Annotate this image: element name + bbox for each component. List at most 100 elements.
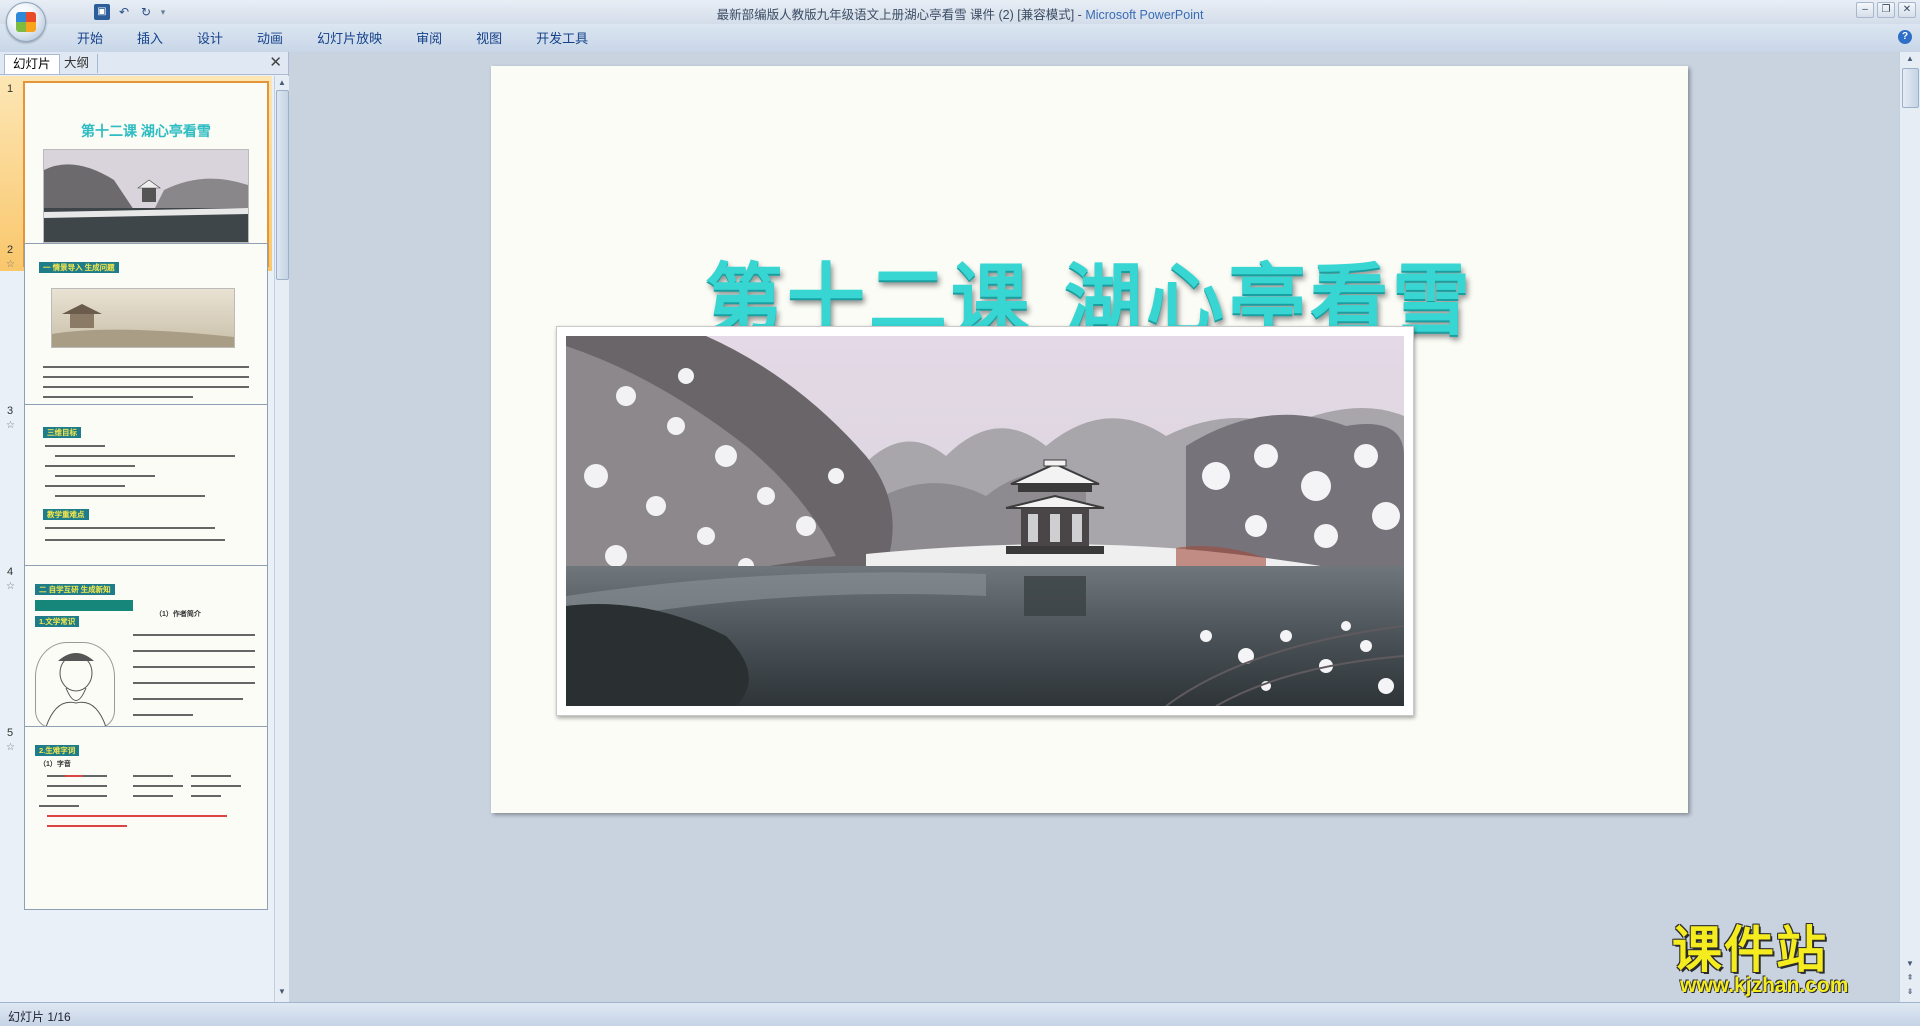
scroll-down-icon[interactable]: ▼ bbox=[276, 986, 288, 998]
thumbnail-image bbox=[51, 288, 235, 348]
scroll-up-icon[interactable]: ▲ bbox=[1904, 53, 1916, 65]
text-line bbox=[55, 475, 155, 477]
tab-design[interactable]: 设计 bbox=[180, 29, 240, 49]
thumbnail-snow-photo bbox=[44, 150, 248, 242]
slide-number: 3 bbox=[7, 405, 14, 417]
text-line-red bbox=[47, 825, 127, 827]
text-line bbox=[43, 386, 249, 388]
thumbnail-image bbox=[43, 149, 249, 243]
thumbnail-text: （1）字音 bbox=[39, 761, 71, 768]
thumbnail-scrollbar[interactable]: ▲ ▼ bbox=[274, 76, 289, 1002]
thumbnail-subtag bbox=[35, 600, 133, 611]
portrait-sketch bbox=[45, 653, 107, 728]
text-line bbox=[43, 376, 249, 378]
slides-pane: 幻灯片 大纲 ✕ 1 第十二课 湖心亭看雪 2 ☆ 一 情景导入 生成问题 3 … bbox=[0, 52, 289, 1002]
text-line bbox=[45, 539, 225, 541]
animation-star-icon: ☆ bbox=[6, 259, 15, 270]
pane-tabs: 幻灯片 大纲 ✕ bbox=[0, 52, 288, 75]
author-portrait bbox=[35, 642, 115, 728]
text-line bbox=[55, 495, 205, 497]
text-line bbox=[133, 666, 255, 668]
text-line bbox=[133, 698, 243, 700]
editor-scrollbar[interactable]: ▲ ▼ ⇞ ⇟ bbox=[1899, 52, 1920, 1002]
scroll-up-icon[interactable]: ▲ bbox=[276, 77, 288, 89]
current-slide[interactable]: 第十二课 湖心亭看雪 bbox=[491, 66, 1688, 813]
slide-counter: 幻灯片 1/16 bbox=[8, 1010, 71, 1024]
document-title: 最新部编版人教版九年级语文上册湖心亭看雪 课件 (2) [兼容模式] - bbox=[716, 8, 1086, 22]
thumbnail-tag: 二 自学互研 生成新知 bbox=[35, 584, 115, 595]
tab-developer[interactable]: 开发工具 bbox=[519, 29, 605, 49]
thumbnail-title: 第十二课 湖心亭看雪 bbox=[81, 123, 211, 139]
pavilion-sketch bbox=[52, 304, 234, 347]
site-watermark: 课件站 www.kjzhan.com bbox=[1672, 925, 1912, 1000]
close-button[interactable]: ✕ bbox=[1898, 2, 1916, 18]
office-logo-icon bbox=[16, 12, 36, 32]
thumbnail-text: （1）作者简介 bbox=[155, 611, 201, 618]
text-line bbox=[133, 785, 183, 787]
text-line bbox=[45, 465, 135, 467]
app-name: Microsoft PowerPoint bbox=[1085, 8, 1204, 22]
watermark-url: www.kjzhan.com bbox=[1680, 974, 1849, 997]
text-line bbox=[133, 795, 173, 797]
text-line bbox=[133, 650, 255, 652]
slide-number: 5 bbox=[7, 727, 14, 739]
text-line bbox=[133, 775, 173, 777]
text-line bbox=[55, 455, 235, 457]
slide-number: 2 bbox=[7, 244, 14, 256]
title-bar: ▣ ↶ ↻ ▾ 最新部编版人教版九年级语文上册湖心亭看雪 课件 (2) [兼容模… bbox=[0, 0, 1920, 25]
thumbnail-canvas: 2.生难字词 （1）字音 bbox=[24, 726, 268, 910]
restore-button[interactable]: ❐ bbox=[1877, 2, 1895, 18]
tab-insert[interactable]: 插入 bbox=[120, 29, 180, 49]
status-bar: 幻灯片 1/16 bbox=[0, 1002, 1920, 1026]
thumbnail-tag: 2.生难字词 bbox=[35, 745, 80, 756]
close-pane-icon[interactable]: ✕ bbox=[269, 54, 282, 72]
help-icon[interactable]: ? bbox=[1898, 30, 1912, 44]
slide-thumbnail-5[interactable]: 5 ☆ 2.生难字词 （1）字音 bbox=[0, 720, 272, 915]
tab-home[interactable]: 开始 bbox=[60, 29, 120, 49]
text-line bbox=[191, 795, 221, 797]
thumbnail-tag: 三维目标 bbox=[43, 427, 81, 438]
slide-picture-frame[interactable] bbox=[556, 326, 1414, 716]
scrollbar-thumb[interactable] bbox=[276, 90, 289, 280]
text-line bbox=[39, 805, 79, 807]
tab-review[interactable]: 审阅 bbox=[399, 29, 459, 49]
minimize-button[interactable]: – bbox=[1856, 2, 1874, 18]
window-title: 最新部编版人教版九年级语文上册湖心亭看雪 课件 (2) [兼容模式] - Mic… bbox=[0, 4, 1920, 23]
tab-slides[interactable]: 幻灯片 bbox=[4, 54, 60, 74]
text-line bbox=[47, 795, 107, 797]
ribbon: 开始 插入 设计 动画 幻灯片放映 审阅 视图 开发工具 ? bbox=[0, 24, 1920, 53]
ribbon-tabs: 开始 插入 设计 动画 幻灯片放映 审阅 视图 开发工具 bbox=[60, 29, 605, 49]
watermark-text: 课件站 bbox=[1672, 921, 1828, 979]
tab-view[interactable]: 视图 bbox=[459, 29, 519, 49]
slide-number: 4 bbox=[7, 566, 14, 578]
slide-number: 1 bbox=[7, 83, 14, 95]
animation-star-icon: ☆ bbox=[6, 581, 15, 592]
animation-star-icon: ☆ bbox=[6, 742, 15, 753]
text-line bbox=[191, 775, 231, 777]
photo-illustration bbox=[566, 336, 1404, 706]
text-line bbox=[45, 445, 105, 447]
scrollbar-thumb[interactable] bbox=[1902, 68, 1919, 108]
thumbnail-tag: 教学重难点 bbox=[43, 509, 89, 520]
text-line bbox=[45, 485, 125, 487]
text-line bbox=[45, 527, 215, 529]
thumbnail-tag: 1.文学常识 bbox=[35, 616, 80, 627]
animation-star-icon: ☆ bbox=[6, 420, 15, 431]
office-button[interactable] bbox=[6, 2, 46, 42]
thumbnail-tag: 一 情景导入 生成问题 bbox=[39, 262, 119, 273]
text-line bbox=[133, 634, 255, 636]
tab-slideshow[interactable]: 幻灯片放映 bbox=[300, 29, 399, 49]
window-controls: – ❐ ✕ bbox=[1856, 2, 1916, 18]
text-line bbox=[191, 785, 241, 787]
slide-editor: 第十二课 湖心亭看雪 bbox=[289, 52, 1899, 1002]
text-line bbox=[43, 366, 249, 368]
text-line bbox=[133, 682, 255, 684]
snow-lake-pavilion-photo bbox=[566, 336, 1404, 706]
text-line bbox=[47, 785, 107, 787]
slide-thumbnails: 1 第十二课 湖心亭看雪 2 ☆ 一 情景导入 生成问题 3 ☆ 三维目标 教学… bbox=[0, 76, 272, 1002]
text-line bbox=[133, 714, 193, 716]
text-line-red bbox=[47, 815, 227, 817]
tab-animation[interactable]: 动画 bbox=[240, 29, 300, 49]
text-line-red bbox=[65, 775, 83, 777]
tab-outline[interactable]: 大纲 bbox=[56, 54, 99, 73]
